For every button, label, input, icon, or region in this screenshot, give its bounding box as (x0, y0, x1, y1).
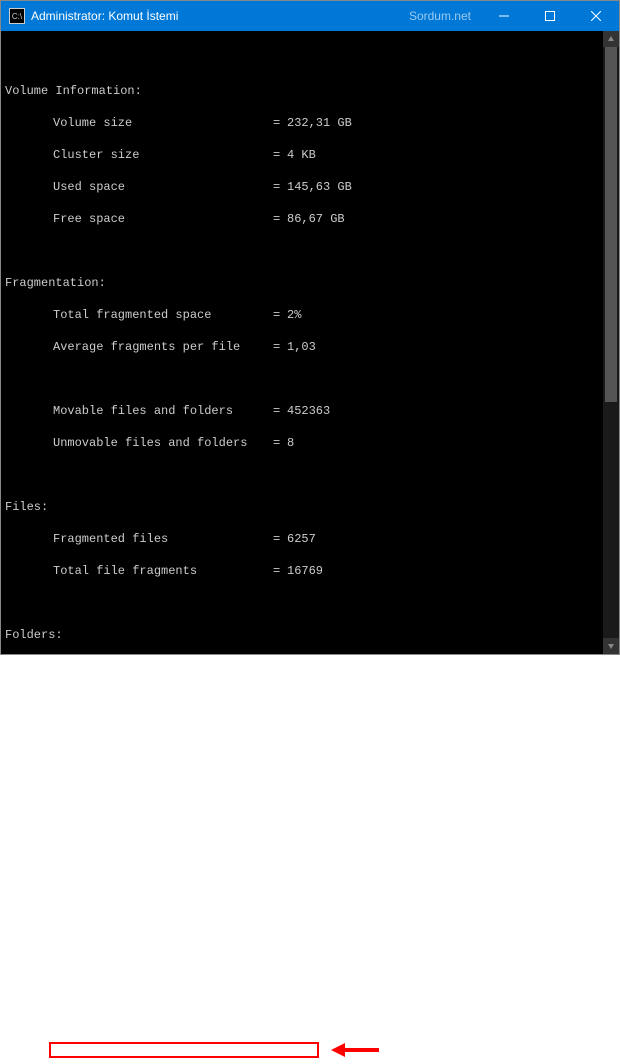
equals: = (273, 147, 287, 163)
window-title: Administrator: Komut İstemi (31, 9, 409, 23)
section-header: Files: (5, 499, 48, 515)
row-label: Fragmented files (53, 531, 273, 547)
blank-line (5, 467, 603, 483)
vertical-scrollbar[interactable] (603, 31, 619, 654)
section-header: Volume Information: (5, 83, 142, 99)
row-value: 16769 (287, 563, 323, 579)
watermark: Sordum.net (409, 9, 471, 23)
blank-line (5, 371, 603, 387)
equals: = (273, 531, 287, 547)
row-value: 145,63 GB (287, 179, 352, 195)
annotation-arrow-icon (331, 1040, 381, 1064)
row-label: Total file fragments (53, 563, 273, 579)
row-label: Movable files and folders (53, 403, 273, 419)
row-value: 232,31 GB (287, 115, 352, 131)
minimize-button[interactable] (481, 1, 527, 31)
annotation-highlight-box (49, 1042, 319, 1058)
section-header: Folders: (5, 627, 63, 643)
equals: = (273, 435, 287, 451)
row-value: 452363 (287, 403, 330, 419)
row-label: Cluster size (53, 147, 273, 163)
equals: = (273, 403, 287, 419)
equals: = (273, 307, 287, 323)
scroll-up-arrow-icon[interactable] (603, 31, 619, 47)
blank-line (5, 51, 603, 67)
row-value: 1,03 (287, 339, 316, 355)
equals: = (273, 563, 287, 579)
equals: = (273, 339, 287, 355)
terminal-container: Volume Information: Volume size=232,31 G… (1, 31, 619, 654)
window-controls (481, 1, 619, 31)
equals: = (273, 115, 287, 131)
row-label: Free space (53, 211, 273, 227)
close-icon (591, 11, 601, 21)
equals: = (273, 179, 287, 195)
section-header: Fragmentation: (5, 275, 106, 291)
cmd-icon: C:\ (9, 8, 25, 24)
row-value: 4 KB (287, 147, 316, 163)
maximize-icon (545, 11, 555, 21)
row-label: Unmovable files and folders (53, 435, 273, 451)
titlebar: C:\ Administrator: Komut İstemi Sordum.n… (1, 1, 619, 31)
row-label: Volume size (53, 115, 273, 131)
close-button[interactable] (573, 1, 619, 31)
row-value: 86,67 GB (287, 211, 345, 227)
minimize-icon (499, 11, 509, 21)
equals: = (273, 211, 287, 227)
scroll-thumb[interactable] (605, 47, 617, 402)
maximize-button[interactable] (527, 1, 573, 31)
row-label: Used space (53, 179, 273, 195)
row-value: 6257 (287, 531, 316, 547)
row-value: 2% (287, 307, 301, 323)
row-value: 8 (287, 435, 294, 451)
row-label: Total fragmented space (53, 307, 273, 323)
scroll-down-arrow-icon[interactable] (603, 638, 619, 654)
blank-line (5, 595, 603, 611)
scroll-track[interactable] (603, 47, 619, 638)
row-label: Average fragments per file (53, 339, 273, 355)
blank-line (5, 243, 603, 259)
terminal-output[interactable]: Volume Information: Volume size=232,31 G… (1, 31, 603, 654)
